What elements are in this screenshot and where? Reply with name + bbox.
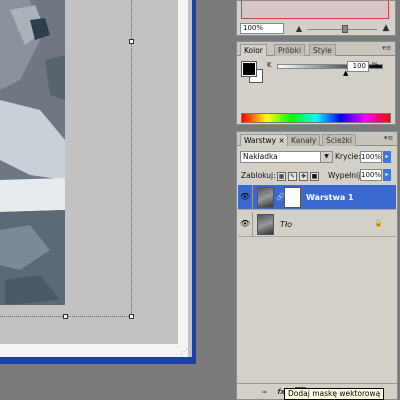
layer-name[interactable]: Tło bbox=[280, 220, 292, 229]
tab-probki[interactable]: Próbki bbox=[274, 44, 306, 56]
document-window: ⋰ bbox=[0, 0, 196, 364]
lock-icon: 🔒 bbox=[374, 219, 383, 227]
layer-mask-thumbnail[interactable] bbox=[284, 187, 301, 208]
tab-sciezki[interactable]: Ścieżki bbox=[322, 134, 356, 146]
channel-value-field[interactable]: 100 bbox=[347, 61, 369, 72]
eye-icon: 👁 bbox=[240, 219, 251, 228]
tab-kolor[interactable]: Kolor bbox=[240, 44, 267, 56]
foreground-color-swatch[interactable] bbox=[241, 61, 257, 77]
tab-style[interactable]: Style bbox=[309, 44, 336, 56]
tooltip: Dodaj maskę wektorową bbox=[284, 388, 385, 400]
tab-warstwy-label: Warstwy bbox=[244, 136, 277, 145]
layers-panel-tabs: Warstwy × Kanały Ścieżki ▾≡ bbox=[237, 132, 397, 146]
navigator-thumbnail[interactable] bbox=[241, 1, 389, 19]
channel-label: K bbox=[267, 61, 272, 69]
visibility-toggle[interactable]: 👁 bbox=[238, 185, 253, 210]
opacity-label: Krycie: bbox=[335, 152, 361, 161]
transform-handle-right[interactable] bbox=[129, 39, 134, 44]
panel-menu-icon[interactable]: ▾≡ bbox=[382, 44, 392, 54]
layer-row[interactable]: 👁 🔗 Warstwa 1 bbox=[238, 185, 396, 210]
zoom-slider-knob[interactable] bbox=[342, 25, 348, 33]
document-border-right bbox=[178, 0, 188, 344]
channel-unit: % bbox=[372, 61, 379, 69]
selection-edge-right bbox=[131, 0, 132, 317]
navigator-zoom-field[interactable]: 100% bbox=[240, 23, 284, 34]
layer-row[interactable]: 👁 Tło 🔒 bbox=[238, 212, 396, 237]
layer-thumbnail[interactable] bbox=[257, 214, 274, 235]
lock-image-icon[interactable]: ✎ bbox=[288, 172, 297, 181]
lock-options: ▦ ✎ ✥ ■ bbox=[277, 171, 323, 181]
document-frame-bottom bbox=[0, 357, 196, 364]
layer-thumbnail[interactable] bbox=[257, 187, 274, 208]
link-icon[interactable]: ∞ bbox=[259, 387, 270, 397]
opacity-field[interactable]: 100% bbox=[360, 151, 382, 163]
transform-handle-bottom[interactable] bbox=[63, 314, 68, 319]
canvas-pasteboard[interactable] bbox=[0, 0, 192, 357]
navigator-panel: 100% ▲ ▲ bbox=[236, 0, 396, 36]
panel-menu-icon[interactable]: ▾≡ bbox=[384, 134, 394, 144]
eye-icon: 👁 bbox=[240, 192, 251, 201]
lock-label: Zablokuj: bbox=[241, 171, 276, 180]
layers-panel: Warstwy × Kanały Ścieżki ▾≡ Nakładka ▼ K… bbox=[236, 131, 398, 400]
tab-warstwy[interactable]: Warstwy × bbox=[240, 134, 289, 146]
color-panel: Kolor Próbki Style ▾≡ K ▲ 100 % bbox=[236, 41, 396, 125]
fill-label: Wypełnij: bbox=[328, 171, 363, 180]
zoom-in-icon[interactable]: ▲ bbox=[380, 23, 392, 34]
photo-image bbox=[0, 0, 65, 305]
visibility-toggle[interactable]: 👁 bbox=[238, 212, 253, 237]
opacity-arrow-icon[interactable]: ▸ bbox=[383, 151, 391, 163]
lock-all-icon[interactable]: ■ bbox=[310, 172, 319, 181]
fill-arrow-icon[interactable]: ▸ bbox=[383, 169, 391, 181]
color-panel-tabs: Kolor Próbki Style ▾≡ bbox=[237, 42, 395, 56]
resize-grip-icon[interactable]: ⋰ bbox=[180, 347, 189, 356]
transform-handle-corner[interactable] bbox=[129, 314, 134, 319]
fill-field[interactable]: 100% bbox=[360, 169, 382, 181]
document-border-bottom bbox=[0, 344, 188, 357]
chevron-down-icon[interactable]: ▼ bbox=[320, 152, 332, 162]
color-spectrum-bar[interactable] bbox=[241, 113, 391, 123]
zoom-out-icon[interactable]: ▲ bbox=[293, 23, 305, 34]
layer-name[interactable]: Warstwa 1 bbox=[306, 193, 354, 202]
tab-kanaly[interactable]: Kanały bbox=[287, 134, 321, 146]
lock-transparency-icon[interactable]: ▦ bbox=[277, 172, 286, 181]
document-photo[interactable] bbox=[0, 0, 65, 305]
lock-position-icon[interactable]: ✥ bbox=[299, 172, 308, 181]
close-tab-icon[interactable]: × bbox=[278, 136, 284, 145]
